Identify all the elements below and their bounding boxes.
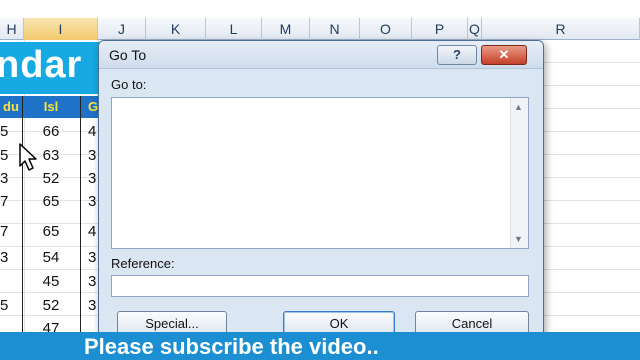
screen: HIJKLMNOPQR ndar du Isl G 5 66 4 5 63 3 3 52 3 7 6… (0, 0, 640, 360)
mouse-cursor-icon (19, 143, 37, 171)
help-button[interactable]: ? (437, 45, 477, 65)
close-button[interactable]: ✕ (481, 45, 527, 65)
table-border (22, 96, 23, 336)
table-cell[interactable]: 52 (24, 295, 78, 317)
scroll-up-icon[interactable]: ▲ (514, 102, 523, 112)
table-cell[interactable]: 45 (24, 271, 78, 293)
column-header-k[interactable]: K (146, 18, 206, 40)
subscribe-banner-text: Please subscribe the video.. (84, 334, 379, 359)
reference-input[interactable] (111, 275, 529, 297)
goto-label: Go to: (111, 77, 147, 92)
table-cell[interactable]: 5 (0, 121, 20, 143)
column-header-n[interactable]: N (310, 18, 360, 40)
column-header-i[interactable]: I (24, 18, 98, 40)
table-cell[interactable]: 5 (0, 145, 20, 167)
goto-list-scrollbar[interactable]: ▲ ▼ (510, 98, 528, 248)
goto-list[interactable]: ▲ ▼ (111, 97, 529, 249)
dialog-titlebar[interactable]: Go To ? ✕ (99, 41, 543, 69)
column-header-q[interactable]: Q (468, 18, 482, 40)
table-cell[interactable]: 3 (0, 168, 20, 190)
goto-dialog: Go To ? ✕ Go to: ▲ ▼ Reference: Special.… (98, 40, 544, 340)
table-cell[interactable]: 3 (0, 247, 20, 269)
table-cell[interactable]: 5 (0, 295, 20, 317)
sheet-title-fragment: ndar (0, 44, 83, 86)
table-cell[interactable]: 7 (0, 221, 20, 243)
table-cell[interactable]: 65 (24, 221, 78, 243)
table-header-cell: Isl (43, 99, 59, 114)
table-cell[interactable]: 65 (24, 191, 78, 213)
table-cell[interactable]: 54 (24, 247, 78, 269)
table-border (80, 96, 81, 336)
table-cell[interactable] (0, 271, 20, 293)
column-header-j[interactable]: J (98, 18, 146, 40)
table-cell[interactable]: 66 (24, 121, 78, 143)
scroll-down-icon[interactable]: ▼ (514, 234, 523, 244)
column-header-r[interactable]: R (482, 18, 640, 40)
column-header-p[interactable]: P (412, 18, 468, 40)
reference-label: Reference: (111, 256, 175, 271)
column-header-bar: HIJKLMNOPQR (0, 18, 640, 40)
dialog-title: Go To (109, 47, 147, 63)
column-header-m[interactable]: M (262, 18, 310, 40)
column-header-o[interactable]: O (360, 18, 412, 40)
table-header-cell: du (3, 99, 19, 114)
table-cell[interactable]: 7 (0, 191, 20, 213)
column-header-h[interactable]: H (0, 18, 24, 40)
column-header-l[interactable]: L (206, 18, 262, 40)
